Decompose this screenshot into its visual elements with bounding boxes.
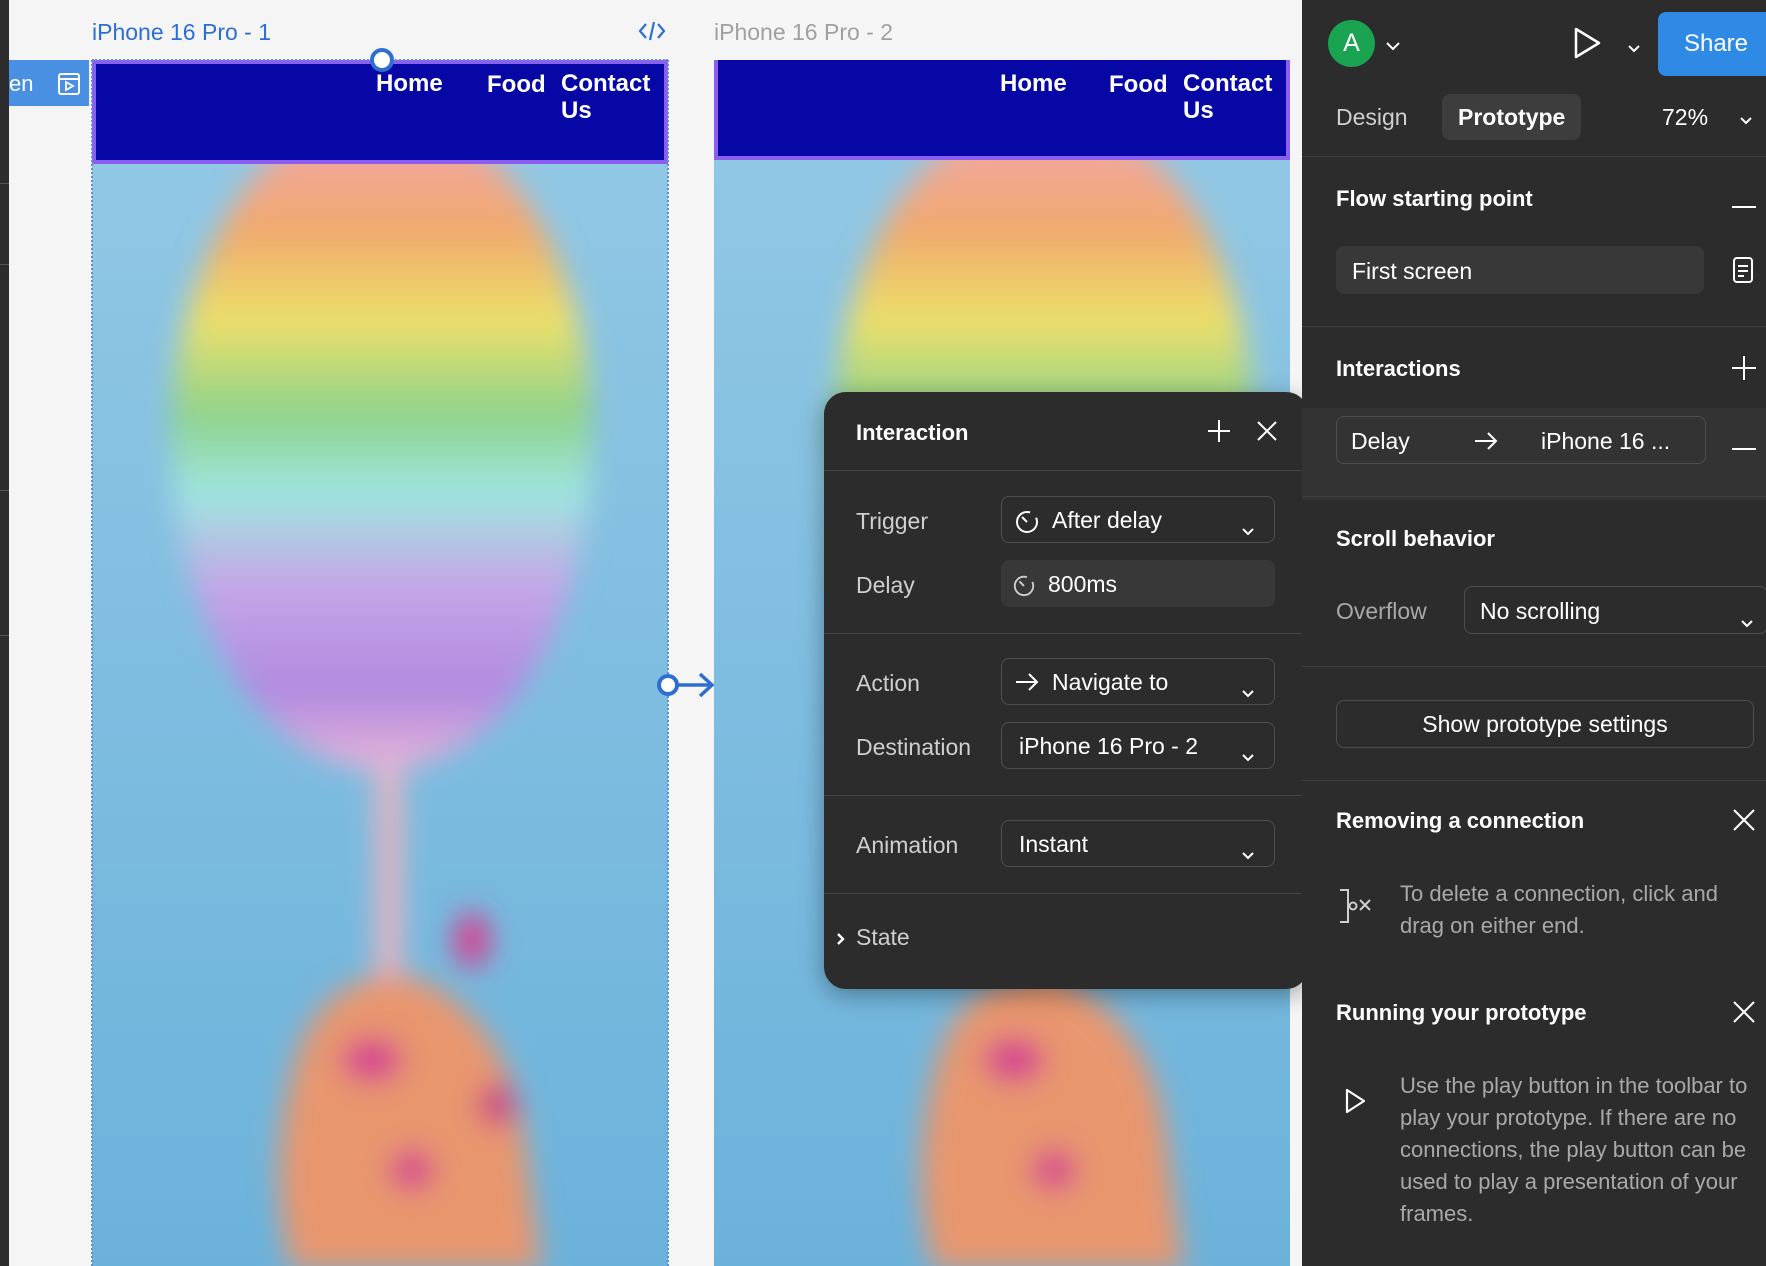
removing-connection-text: To delete a connection, click and drag o… [1400,881,1718,938]
animation-dropdown[interactable]: Instant [1001,820,1275,867]
play-icon [1344,1088,1366,1119]
arrow-right-icon [1014,671,1040,699]
chevron-down-icon[interactable] [1386,38,1400,56]
chevron-right-icon[interactable] [836,932,846,951]
nav-link-contact[interactable]: Contact Us [1183,70,1283,124]
delay-label: Delay [856,572,915,598]
zoom-level[interactable]: 72% [1662,104,1708,131]
navbar[interactable]: Home Food Contact Us [92,60,668,164]
destination-value: iPhone 16 Pro - 2 [1019,733,1199,759]
disconnect-icon [1336,888,1374,929]
add-interaction-icon[interactable] [1206,418,1232,449]
add-interaction-icon[interactable] [1732,356,1756,385]
flow-name-value: First screen [1352,258,1473,284]
chevron-down-icon [1242,839,1254,866]
delay-value: 800ms [1048,571,1118,597]
share-button[interactable]: Share [1658,12,1766,76]
chevron-down-icon [1242,677,1254,704]
divider [1302,326,1766,327]
nav-link-contact[interactable]: Contact Us [561,70,661,124]
avatar[interactable]: A [1328,20,1375,67]
overflow-dropdown[interactable]: No scrolling [1464,586,1766,634]
frame-iphone-16-pro-1[interactable]: Home Food Contact Us [92,60,668,1266]
flow-start-tag[interactable]: en [9,60,89,106]
chevron-down-icon [1242,741,1254,768]
flow-name-input[interactable]: First screen [1336,246,1704,294]
action-value: Navigate to [1052,669,1169,695]
timer-icon [1014,508,1040,540]
action-label: Action [856,670,920,696]
nav-link-home[interactable]: Home [1000,70,1067,97]
frame-2-label[interactable]: iPhone 16 Pro - 2 [714,19,893,46]
nav-link-home[interactable]: Home [376,70,443,97]
trigger-dropdown[interactable]: After delay [1001,496,1275,543]
tab-design[interactable]: Design [1336,94,1408,140]
scroll-section-title: Scroll behavior [1336,526,1495,551]
removing-connection-title: Removing a connection [1336,808,1585,833]
remove-flow-icon[interactable] [1732,196,1756,214]
nav-link-food[interactable]: Food [1109,71,1168,98]
chevron-down-icon[interactable] [1740,112,1752,130]
action-dropdown[interactable]: Navigate to [1001,658,1275,705]
destination-label: Destination [856,734,972,760]
state-section-toggle[interactable]: State [856,924,910,951]
running-prototype-title: Running your prototype [1336,1000,1587,1025]
interaction-popup[interactable]: Interaction Trigger After delay Delay 80… [824,392,1308,989]
flow-description-icon[interactable] [1732,256,1754,289]
chevron-down-icon [1741,607,1753,634]
connection-arrow-icon[interactable] [656,670,718,705]
overflow-value: No scrolling [1480,598,1601,624]
divider [824,470,1308,471]
chevron-down-icon [1242,515,1254,542]
show-prototype-settings-button[interactable]: Show prototype settings [1336,700,1754,748]
delay-input[interactable]: 800ms [1001,560,1275,607]
interaction-row[interactable]: Delay iPhone 16 ... [1336,416,1706,464]
selection-outline-right [667,60,669,1266]
code-icon[interactable] [638,20,666,47]
cotton-candy-photo [92,60,668,1266]
divider [1302,666,1766,667]
frame-1-label[interactable]: iPhone 16 Pro - 1 [92,19,271,46]
divider [824,633,1308,634]
interaction-trigger: Delay [1351,428,1410,454]
chevron-down-icon[interactable] [1628,40,1640,58]
popup-title: Interaction [856,420,969,445]
divider [1302,496,1766,497]
tab-prototype[interactable]: Prototype [1442,94,1582,140]
selection-outline-left [91,60,93,1266]
divider [824,893,1308,894]
running-prototype-text: Use the play button in the toolbar to pl… [1400,1073,1748,1226]
properties-panel: A Share Design Prototype 72% Flow starti… [1302,0,1766,1266]
play-icon[interactable] [1572,26,1602,65]
close-icon[interactable] [1732,1000,1756,1029]
overflow-label: Overflow [1336,598,1427,624]
divider [1302,156,1766,157]
interactions-section-title: Interactions [1336,356,1461,381]
destination-dropdown[interactable]: iPhone 16 Pro - 2 [1001,722,1275,769]
timer-icon [1012,573,1036,603]
divider [824,795,1308,796]
flow-start-tag-label: en [9,71,34,96]
arrow-right-icon [1473,430,1499,458]
connection-handle-top[interactable] [370,48,394,72]
navbar[interactable]: Home Food Contact Us [714,60,1290,160]
left-sidebar-edge [0,0,9,1266]
remove-interaction-icon[interactable] [1732,438,1756,456]
divider [1302,780,1766,781]
flow-screen-icon [57,72,81,101]
animation-value: Instant [1019,831,1089,857]
close-icon[interactable] [1732,808,1756,837]
flow-section-title: Flow starting point [1336,186,1533,211]
trigger-label: Trigger [856,508,928,534]
interaction-destination: iPhone 16 ... [1541,428,1671,454]
trigger-value: After delay [1052,507,1162,533]
close-icon[interactable] [1256,420,1278,447]
nav-link-food[interactable]: Food [487,71,546,98]
animation-label: Animation [856,832,959,858]
